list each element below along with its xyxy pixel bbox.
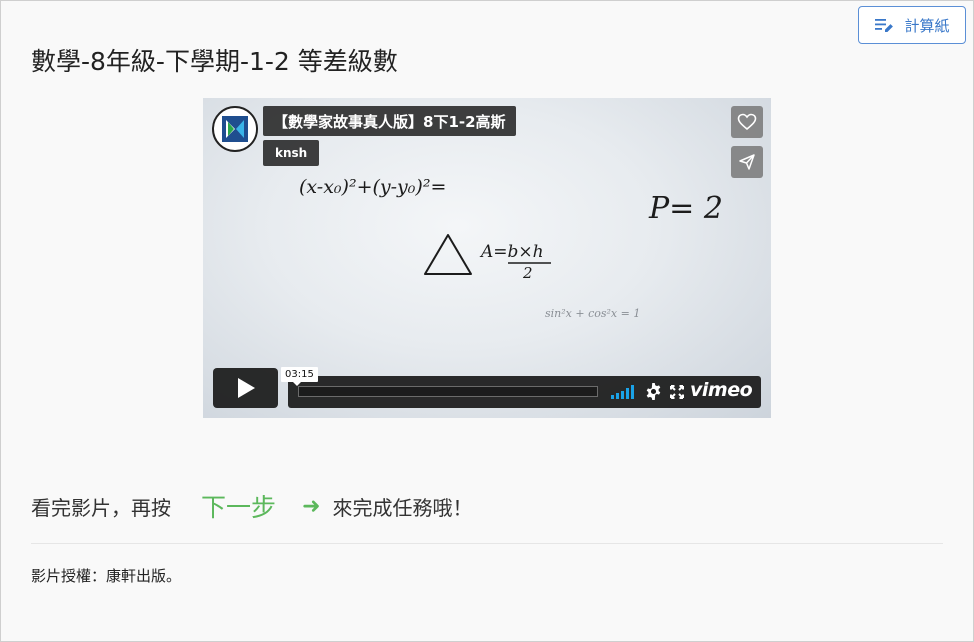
timecode: 03:15 — [281, 367, 318, 386]
formula-p: P= 2 — [648, 191, 723, 226]
divider — [31, 543, 943, 544]
channel-avatar[interactable] — [212, 106, 258, 152]
calculator-button-label: 計算紙 — [904, 17, 950, 35]
play-button[interactable] — [213, 368, 278, 408]
share-button[interactable] — [731, 146, 763, 178]
vimeo-logo[interactable]: vimeo — [690, 379, 753, 401]
page-title: 數學-8年級-下學期-1-2 等差級數 — [31, 47, 398, 76]
arrow-right-icon: ➜ — [302, 493, 321, 519]
edit-list-icon — [874, 16, 894, 34]
progress-bar[interactable] — [298, 386, 598, 397]
formula-circle: (x-x₀)²+(y-y₀)²= — [299, 176, 446, 198]
calculator-button[interactable]: 計算紙 — [858, 6, 966, 44]
next-step-link[interactable]: 下一步 — [201, 488, 276, 524]
settings-icon[interactable] — [645, 383, 662, 400]
instruction-after: 來完成任務哦！ — [332, 495, 473, 520]
knsh-logo-icon — [222, 116, 248, 142]
share-icon — [739, 154, 755, 170]
formula-triangle-denominator: 2 — [522, 264, 533, 282]
heart-icon — [737, 113, 757, 131]
formula-trig: sin²x + cos²x = 1 — [545, 307, 640, 320]
volume-icon[interactable] — [611, 385, 635, 399]
license-text: 影片授權：康軒出版。 — [31, 567, 182, 585]
video-player[interactable]: (x-x₀)²+(y-y₀)²= A=b×h 2 sin²x + cos²x =… — [203, 98, 771, 418]
play-icon — [237, 378, 255, 398]
video-title[interactable]: 【數學家故事真人版】8下1-2高斯 — [263, 106, 516, 136]
instruction-before: 看完影片，再按 — [31, 495, 171, 520]
instruction-line: 看完影片，再按 下一步 ➜ 來完成任務哦！ — [31, 486, 472, 526]
formula-triangle-numerator: A=b×h — [479, 242, 544, 262]
like-button[interactable] — [731, 106, 763, 138]
fullscreen-icon[interactable] — [670, 385, 684, 399]
video-author[interactable]: knsh — [263, 140, 320, 166]
control-bar: vimeo — [288, 376, 761, 408]
